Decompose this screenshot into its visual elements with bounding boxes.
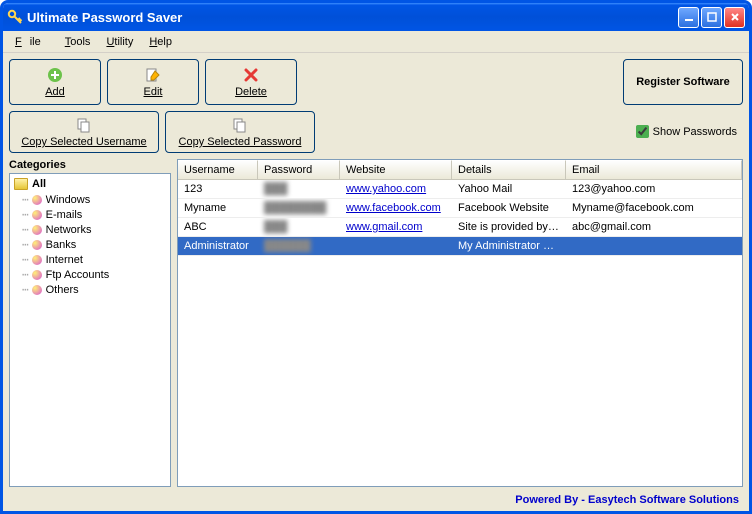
main-panel: Username Password Website Details Email …: [177, 159, 743, 487]
window-buttons: [678, 7, 745, 28]
table-row[interactable]: Myname████████www.facebook.comFacebook W…: [178, 199, 742, 218]
register-button[interactable]: Register Software: [623, 59, 743, 105]
edit-button[interactable]: Edit: [107, 59, 199, 105]
app-window: Ultimate Password Saver File Tools Utili…: [0, 0, 752, 514]
folder-icon: [14, 178, 28, 190]
copy-password-button[interactable]: Copy Selected Password: [165, 111, 315, 153]
tree-item[interactable]: ⋯Windows: [22, 192, 166, 207]
bulb-icon: [32, 225, 42, 235]
delete-button[interactable]: Delete: [205, 59, 297, 105]
bulb-icon: [32, 210, 42, 220]
tree-item[interactable]: ⋯Internet: [22, 252, 166, 267]
add-button[interactable]: Add: [9, 59, 101, 105]
add-icon: [47, 66, 63, 84]
bulb-icon: [32, 255, 42, 265]
copy-username-button[interactable]: Copy Selected Username: [9, 111, 159, 153]
table-row[interactable]: 123███www.yahoo.comYahoo Mail123@yahoo.c…: [178, 180, 742, 199]
tree-item[interactable]: ⋯Networks: [22, 222, 166, 237]
titlebar: Ultimate Password Saver: [3, 3, 749, 31]
website-link[interactable]: www.facebook.com: [346, 202, 441, 214]
delete-icon: [243, 66, 259, 84]
copy-icon: [76, 116, 92, 134]
sidebar-title: Categories: [9, 159, 171, 173]
table-row[interactable]: ABC███www.gmail.comSite is provided by g…: [178, 218, 742, 237]
menubar: File Tools Utility Help: [3, 31, 749, 53]
col-password[interactable]: Password: [258, 160, 340, 179]
tree-item[interactable]: ⋯Ftp Accounts: [22, 267, 166, 282]
maximize-button[interactable]: [701, 7, 722, 28]
table-body: 123███www.yahoo.comYahoo Mail123@yahoo.c…: [178, 180, 742, 486]
menu-file[interactable]: File: [7, 34, 57, 50]
menu-help[interactable]: Help: [141, 34, 180, 50]
edit-icon: [145, 66, 161, 84]
footer: Powered By - Easytech Software Solutions: [3, 489, 749, 511]
col-website[interactable]: Website: [340, 160, 452, 179]
tree-item[interactable]: ⋯Others: [22, 282, 166, 297]
show-passwords-checkbox[interactable]: Show Passwords: [636, 125, 737, 138]
menu-tools[interactable]: Tools: [57, 34, 99, 50]
footer-link[interactable]: Powered By - Easytech Software Solutions: [515, 494, 739, 506]
window-title: Ultimate Password Saver: [27, 10, 678, 25]
bulb-icon: [32, 195, 42, 205]
bulb-icon: [32, 285, 42, 295]
col-username[interactable]: Username: [178, 160, 258, 179]
show-passwords-input[interactable]: [636, 125, 649, 138]
website-link[interactable]: www.yahoo.com: [346, 183, 426, 195]
toolbar: Add Edit Delete Register Software Copy S…: [3, 53, 749, 159]
tree-root-all[interactable]: All: [14, 178, 166, 190]
close-button[interactable]: [724, 7, 745, 28]
key-icon: [7, 9, 23, 25]
minimize-button[interactable]: [678, 7, 699, 28]
website-link[interactable]: www.gmail.com: [346, 221, 422, 233]
bulb-icon: [32, 270, 42, 280]
category-tree[interactable]: All ⋯Windows⋯E-mails⋯Networks⋯Banks⋯Inte…: [9, 173, 171, 487]
bulb-icon: [32, 240, 42, 250]
table-header: Username Password Website Details Email: [178, 160, 742, 180]
tree-item[interactable]: ⋯Banks: [22, 237, 166, 252]
col-details[interactable]: Details: [452, 160, 566, 179]
sidebar: Categories All ⋯Windows⋯E-mails⋯Networks…: [9, 159, 171, 487]
copy-icon: [232, 116, 248, 134]
tree-item[interactable]: ⋯E-mails: [22, 207, 166, 222]
table-row[interactable]: Administrator██████My Administrator User: [178, 237, 742, 256]
menu-utility[interactable]: Utility: [98, 34, 141, 50]
password-table: Username Password Website Details Email …: [177, 159, 743, 487]
col-email[interactable]: Email: [566, 160, 742, 179]
